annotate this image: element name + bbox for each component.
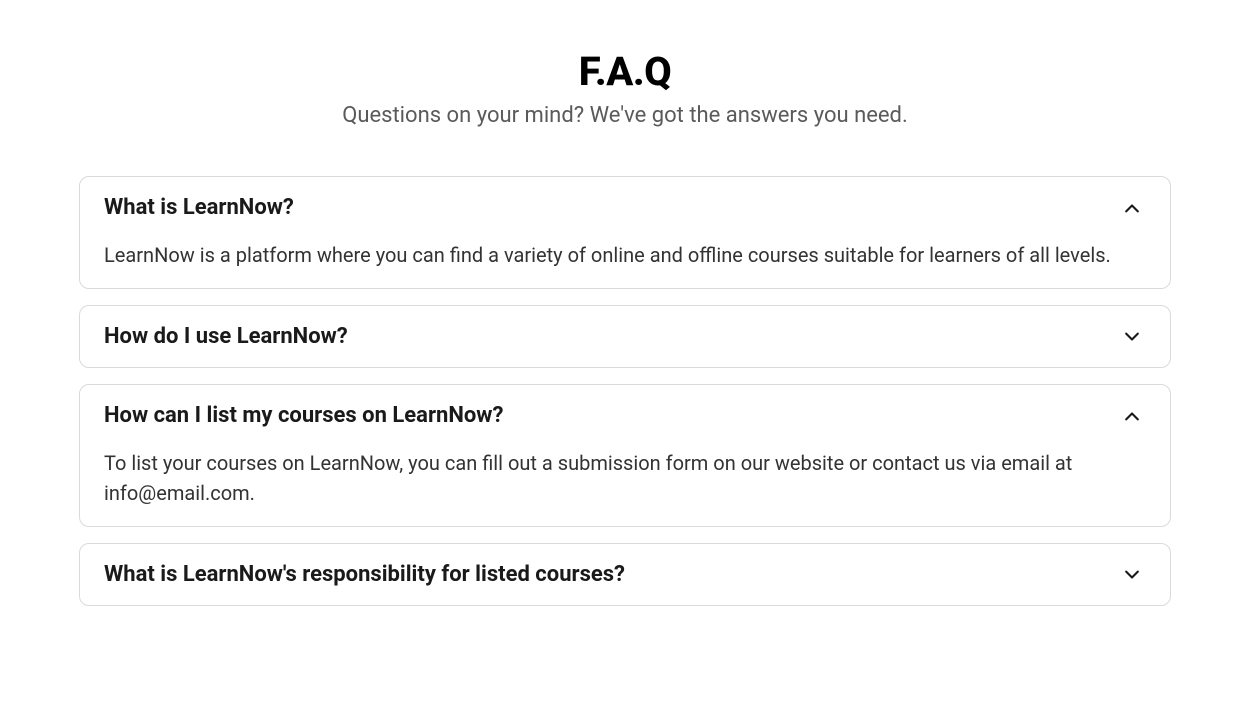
faq-container: F.A.Q Questions on your mind? We've got … [79, 48, 1171, 606]
faq-item-how-to-use[interactable]: How do I use LearnNow? [79, 305, 1171, 368]
faq-question: How can I list my courses on LearnNow? [104, 403, 503, 428]
faq-item-header: How do I use LearnNow? [104, 324, 1146, 349]
faq-list: What is LearnNow? LearnNow is a platform… [79, 176, 1171, 606]
faq-answer: LearnNow is a platform where you can fin… [104, 240, 1146, 270]
faq-item-header: How can I list my courses on LearnNow? [104, 403, 1146, 428]
faq-item-header: What is LearnNow's responsibility for li… [104, 562, 1146, 587]
chevron-down-icon [1122, 327, 1142, 347]
chevron-up-icon [1122, 406, 1142, 426]
faq-answer: To list your courses on LearnNow, you ca… [104, 448, 1146, 508]
chevron-down-icon [1122, 565, 1142, 585]
page-title: F.A.Q [79, 48, 1171, 95]
faq-header-section: F.A.Q Questions on your mind? We've got … [79, 48, 1171, 128]
faq-item-responsibility[interactable]: What is LearnNow's responsibility for li… [79, 543, 1171, 606]
faq-question: How do I use LearnNow? [104, 324, 348, 349]
faq-item-what-is-learnnow[interactable]: What is LearnNow? LearnNow is a platform… [79, 176, 1171, 289]
faq-question: What is LearnNow? [104, 195, 294, 220]
faq-question: What is LearnNow's responsibility for li… [104, 562, 625, 587]
page-subtitle: Questions on your mind? We've got the an… [79, 103, 1171, 128]
chevron-up-icon [1122, 198, 1142, 218]
faq-item-header: What is LearnNow? [104, 195, 1146, 220]
faq-item-list-courses[interactable]: How can I list my courses on LearnNow? T… [79, 384, 1171, 527]
